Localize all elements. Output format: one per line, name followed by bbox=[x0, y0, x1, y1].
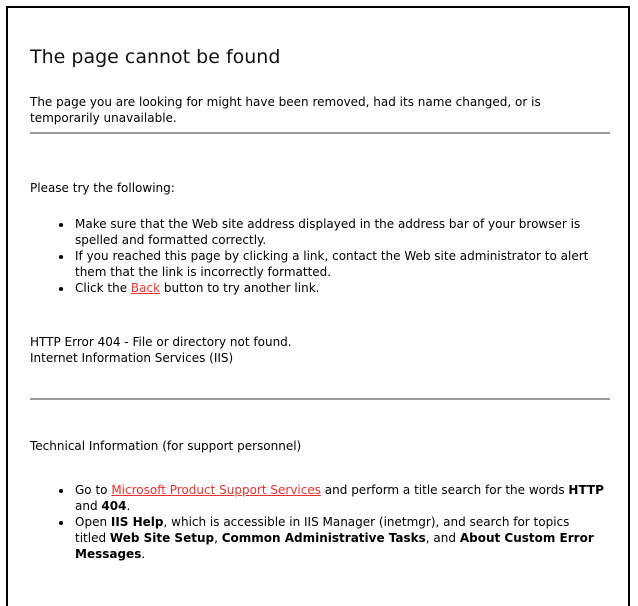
tech-item: Go to Microsoft Product Support Services… bbox=[54, 482, 604, 514]
server-name-text: Internet Information Services (IIS) bbox=[30, 351, 234, 365]
tech-text: and perform a title search for the words bbox=[320, 483, 569, 497]
suggestion-text: button to try another link. bbox=[160, 281, 320, 295]
suggestion-item: Click the Back button to try another lin… bbox=[54, 280, 604, 296]
divider bbox=[30, 132, 610, 134]
suggestion-text: Make sure that the Web site address disp… bbox=[75, 217, 581, 247]
http-error-text: HTTP Error 404 - File or directory not f… bbox=[30, 335, 292, 349]
tech-text: . bbox=[126, 499, 131, 513]
back-link[interactable]: Back bbox=[131, 281, 160, 295]
suggestion-item: If you reached this page by clicking a l… bbox=[54, 248, 604, 280]
suggestion-item: Make sure that the Web site address disp… bbox=[54, 216, 604, 248]
error-info: HTTP Error 404 - File or directory not f… bbox=[30, 334, 292, 366]
tech-text: , bbox=[214, 531, 222, 545]
tech-text: , and bbox=[425, 531, 460, 545]
help-topic: Common Administrative Tasks bbox=[221, 531, 426, 545]
search-term: 404 bbox=[101, 499, 127, 513]
suggestions-list: Make sure that the Web site address disp… bbox=[54, 216, 604, 296]
try-heading: Please try the following: bbox=[30, 181, 175, 195]
intro-text: The page you are looking for might have … bbox=[30, 95, 541, 125]
search-term: HTTP bbox=[568, 483, 604, 497]
tech-info-list: Go to Microsoft Product Support Services… bbox=[54, 482, 604, 562]
help-name: IIS Help bbox=[110, 515, 164, 529]
tech-item: Open IIS Help, which is accessible in II… bbox=[54, 514, 604, 562]
suggestion-text: If you reached this page by clicking a l… bbox=[75, 249, 589, 279]
tech-text: and bbox=[75, 499, 102, 513]
tech-text: . bbox=[141, 547, 146, 561]
support-services-link[interactable]: Microsoft Product Support Services bbox=[111, 483, 321, 497]
tech-heading: Technical Information (for support perso… bbox=[30, 439, 302, 453]
suggestion-text: Click the bbox=[75, 281, 131, 295]
help-topic: Web Site Setup bbox=[109, 531, 215, 545]
tech-text: Go to bbox=[75, 483, 112, 497]
page-title: The page cannot be found bbox=[30, 46, 281, 68]
tech-text: Open bbox=[75, 515, 111, 529]
error-page-frame: The page cannot be found The page you ar… bbox=[6, 6, 630, 606]
divider bbox=[30, 398, 610, 400]
